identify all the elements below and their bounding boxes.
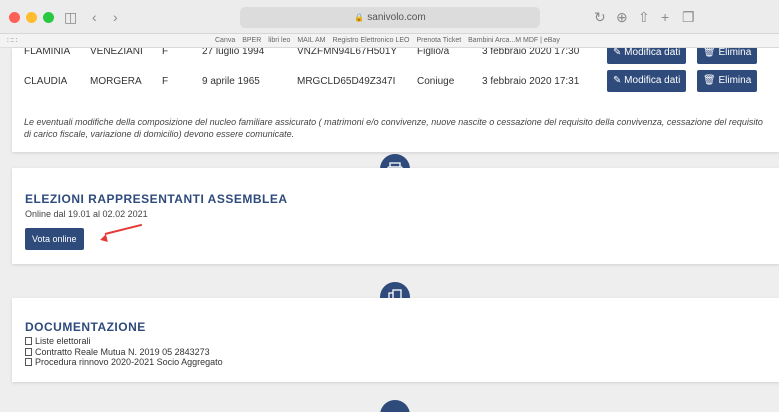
edit-icon: ✎ [613,75,625,86]
member-relation: Coniuge [417,76,455,87]
apps-grid-icon[interactable]: ∷∷ [7,36,17,46]
family-notice: Le eventuali modifiche della composizion… [24,117,763,139]
member-name: CLAUDIA [24,76,68,87]
bookmark-item[interactable]: libri leo [268,37,290,44]
forward-icon[interactable]: › [113,7,118,27]
edit-data-button[interactable]: ✎ Modifica dati [607,48,687,64]
trash-icon: 🗑 [703,75,719,86]
delete-button[interactable]: 🗑 Elimina [697,48,758,64]
document-link[interactable]: Contratto Reale Mutua N. 2019 05 2843273 [25,347,223,358]
member-registration-date: 3 febbraio 2020 17:31 [482,76,580,87]
edit-label: Modifica dati [624,48,681,58]
reload-icon[interactable]: ↻ [594,7,606,27]
bookmark-item[interactable]: MAIL AM [297,37,325,44]
close-window-button[interactable] [9,12,20,23]
document-link[interactable]: Procedura rinnovo 2020-2021 Socio Aggreg… [25,357,223,368]
member-name: FLAMINIA [24,48,71,57]
documentation-card: DOCUMENTAZIONE Liste elettorali Contratt… [12,298,779,382]
document-link[interactable]: Liste elettorali [25,336,223,347]
member-fiscal-code: MRGCLD65D49Z347I [297,76,396,87]
address-bar[interactable]: 🔒 sanivolo.com [240,7,540,28]
url-text: sanivolo.com [367,12,426,23]
red-arrow [104,223,143,235]
edit-label: Modifica dati [624,75,681,86]
member-sex: F [162,48,169,57]
edit-data-button[interactable]: ✎ Modifica dati [607,70,687,92]
delete-label: Elimina [718,75,752,86]
document-link-label: Contratto Reale Mutua N. 2019 05 2843273 [35,346,210,357]
elections-title: ELEZIONI RAPPRESENTANTI ASSEMBLEA [25,192,288,206]
file-icon [25,358,32,366]
trash-icon: 🗑 [703,48,719,58]
section-icon [380,400,410,412]
member-surname: VENEZIANI [90,48,143,57]
sidebar-icon[interactable]: ◫ [64,7,77,27]
member-surname: MORGERA [90,76,142,87]
minimize-window-button[interactable] [26,12,37,23]
elections-card: ELEZIONI RAPPRESENTANTI ASSEMBLEA Online… [12,168,779,264]
red-arrow-head [99,234,108,244]
document-link-label: Liste elettorali [35,336,91,346]
member-registration-date: 3 febbraio 2020 17:30 [482,48,580,57]
fullscreen-window-button[interactable] [43,12,54,23]
new-tab-icon[interactable]: + [661,7,669,27]
vote-online-button[interactable]: Vota online [25,228,84,250]
file-icon [25,347,32,356]
delete-button[interactable]: 🗑 Elimina [697,70,758,92]
back-icon[interactable]: ‹ [92,7,97,27]
document-link-label: Procedura rinnovo 2020-2021 Socio Aggreg… [35,357,223,367]
share-icon[interactable]: ⇧ [638,7,650,27]
bookmark-list: Canva BPER libri leo MAIL AM Registro El… [215,36,565,46]
file-icon [25,337,32,345]
documentation-title: DOCUMENTAZIONE [25,320,146,334]
member-sex: F [162,76,169,87]
bookmark-item[interactable]: Registro Elettronico LEO [332,37,409,44]
bookmark-item[interactable]: BPER [242,37,261,44]
lock-icon: 🔒 [354,13,365,22]
member-birth-date: 9 aprile 1965 [202,76,260,87]
bookmark-item[interactable]: Bambini Arca...M MDF | eBay [468,37,560,44]
tabs-overview-icon[interactable]: ❐ [682,7,695,27]
browser-toolbar: ◫ ‹ › 🔒 sanivolo.com ↻ ⊕ ⇧ + ❐ [0,0,779,34]
delete-label: Elimina [718,48,752,58]
bookmarks-bar: ∷∷ Canva BPER libri leo MAIL AM Registro… [0,34,779,48]
member-birth-date: 27 luglio 1994 [202,48,265,57]
family-members-card: FLAMINIA VENEZIANI F 27 luglio 1994 VNZF… [12,48,779,152]
bookmark-item[interactable]: Prenota Ticket [416,37,461,44]
document-list: Liste elettorali Contratto Reale Mutua N… [25,336,223,368]
member-fiscal-code: VNZFMN94L67H501Y [297,48,398,57]
download-icon[interactable]: ⊕ [616,7,628,27]
edit-icon: ✎ [613,48,625,58]
member-relation: Figlio/a [417,48,450,57]
elections-dates: Online dal 19.01 al 02.02 2021 [25,209,148,219]
bookmark-item[interactable]: Canva [215,37,235,44]
